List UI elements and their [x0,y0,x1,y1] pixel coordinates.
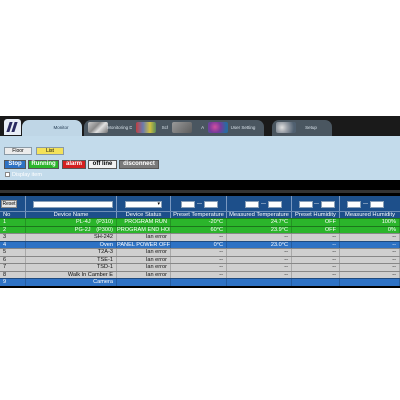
table-row[interactable]: 8 Walk In Camber Elan error -- -- -- -- [0,270,400,278]
running-filter-button[interactable]: Running [28,160,59,169]
table-row[interactable]: 1 PL-4J (P310) PROGRAM RUN -20°C 24.7°C OFF 10… [0,218,400,226]
table-row[interactable]: 3 SH-242 lan error -- -- -- -- [0,233,400,241]
measured-humidity-max-input[interactable] [370,201,384,208]
cell-measured-temperature [227,279,292,286]
cell-preset-humidity [292,279,340,286]
app-screen: Monitor Monitoring Data Schedule Alarm U… [0,116,400,288]
table-row[interactable]: 6 TSE-1 lan error -- -- -- -- [0,255,400,263]
app-logo-icon [4,119,21,135]
control-panel: Floor List [0,136,400,180]
preset-temp-max-input[interactable] [204,201,218,208]
chevron-down-icon: ▾ [157,201,160,207]
cell-device-status [117,279,171,286]
device-name-filter-input[interactable] [33,201,113,208]
list-view-button[interactable]: List [36,147,64,155]
tab-setup[interactable]: Setup [272,120,332,136]
measured-humidity-min-input[interactable] [347,201,361,208]
tab-user-setting[interactable]: User Setting [204,120,264,136]
table-row[interactable]: 5 T2A-3 lan error -- -- -- -- [0,248,400,256]
alarm-filter-button[interactable]: alarm [62,160,86,169]
floor-view-button[interactable]: Floor [4,147,32,155]
filter-row: Reset ▾ — — — — [0,196,400,211]
stop-filter-button[interactable]: Stop [4,160,26,169]
reset-button[interactable]: Reset [1,200,17,208]
cell-preset-temperature [171,279,227,286]
table-row[interactable]: 2 PG-2J (P300) PROGRAM END HOLD 60°C 23.9°C O… [0,225,400,233]
disconnect-filter-button[interactable]: disconnect [119,160,159,169]
device-table: Reset ▾ — — — — No Device Name Device St… [0,190,400,288]
device-status-filter-select[interactable]: ▾ [125,201,162,208]
offline-filter-button[interactable]: off line [88,160,117,169]
preset-temp-min-input[interactable] [181,201,195,208]
tab-monitor[interactable]: Monitor [22,120,82,136]
column-header-row: No Device Name Device Status Preset Temp… [0,211,400,218]
table-row[interactable]: 9 Camera [0,278,400,286]
preset-humidity-max-input[interactable] [321,201,335,208]
display-item-label: Display item [12,172,42,178]
cell-no: 9 [0,279,26,286]
table-row[interactable]: 4 Oven PANEL POWER OFF 0°C 23.0°C -- -- [0,240,400,248]
measured-temp-min-input[interactable] [245,201,259,208]
cell-device-name: Camera [26,279,117,286]
preset-humidity-min-input[interactable] [299,201,313,208]
display-item-checkbox[interactable] [5,172,10,177]
cell-measured-humidity [340,279,400,286]
measured-temp-max-input[interactable] [268,201,282,208]
display-item-toggle[interactable]: Display item [5,172,42,178]
table-row[interactable]: 7 TSD-1 lan error -- -- -- -- [0,263,400,271]
tab-bar: Monitor Monitoring Data Schedule Alarm U… [0,116,400,136]
